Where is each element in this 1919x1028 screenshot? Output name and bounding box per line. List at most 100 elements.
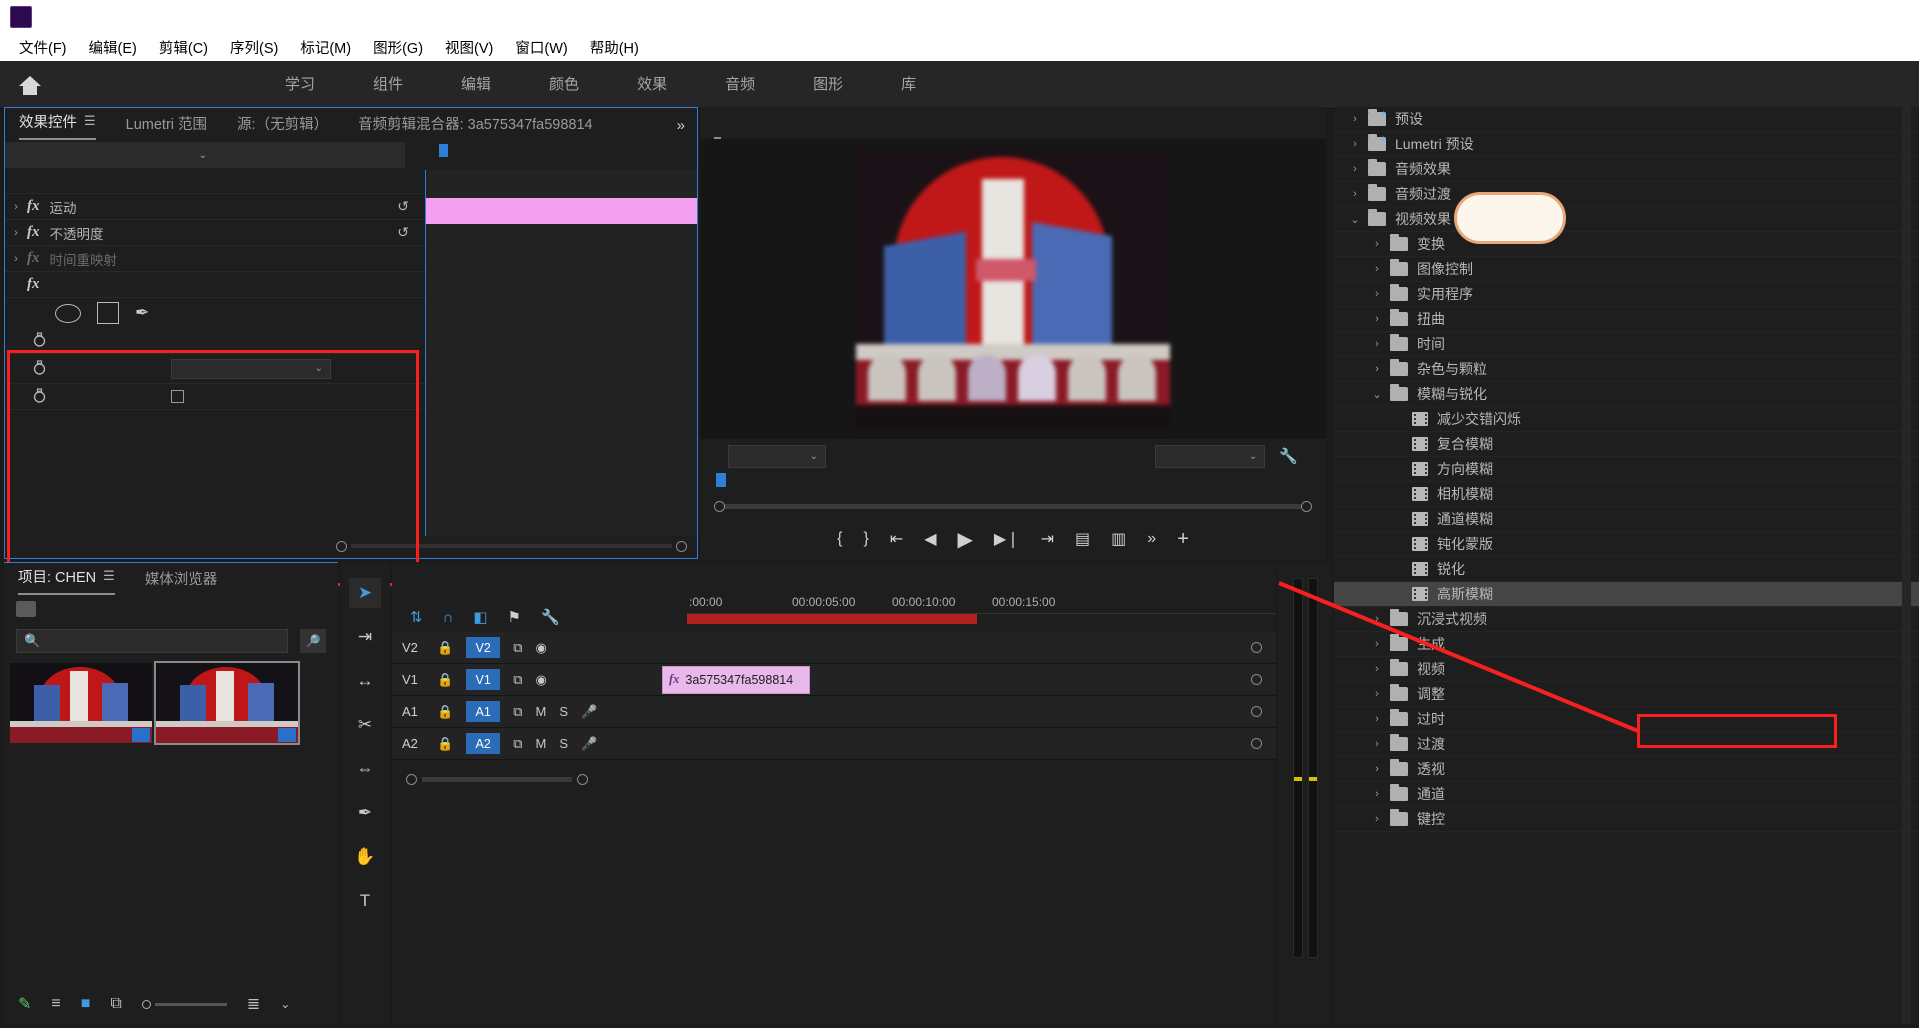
repeat-edge-row[interactable] [5,384,425,410]
fx-hscroll-left[interactable] [336,540,347,552]
effects-scrollbar[interactable] [1902,107,1911,1024]
reset-icon[interactable]: ↺ [397,198,409,215]
effect-controls-tab-2[interactable]: 源:（无剪辑） [237,113,328,140]
effects-item-过时[interactable]: › 过时 [1334,707,1919,732]
effects-item-方向模糊[interactable]: 方向模糊 [1334,457,1919,482]
track-badge-V1[interactable]: V1 [466,669,501,690]
fx-timeline-ruler[interactable] [426,170,697,198]
mute-icon[interactable]: M [535,704,546,719]
nest-icon[interactable]: ⇅ [410,608,423,626]
expand-icon[interactable]: › [1364,363,1390,375]
expand-icon[interactable]: › [1364,638,1390,650]
expand-icon[interactable]: ⌄ [1364,388,1390,401]
project-file-row[interactable] [4,595,338,623]
workspace-tab-7[interactable]: 库 [872,61,945,109]
track-badge-A1[interactable]: A1 [466,701,501,722]
home-icon[interactable] [0,74,60,96]
timeline-track-A1[interactable]: A1 🔒 A1 ⧉ M S 🎤 [392,696,1276,728]
sync-lock-icon[interactable]: ⧉ [513,672,522,688]
effects-item-键控[interactable]: › 键控 [1334,807,1919,832]
workspace-tab-3[interactable]: 颜色 [520,61,608,109]
fx-clip-bar[interactable] [426,198,697,224]
effects-item-视频[interactable]: › 视频 [1334,657,1919,682]
track-resize-handle[interactable] [1251,737,1262,749]
menu-item-2[interactable]: 剪辑(C) [148,35,219,60]
effects-item-调整[interactable]: › 调整 [1334,682,1919,707]
expand-icon[interactable]: › [1364,338,1390,350]
settings-wrench-icon[interactable]: 🔧 [541,608,560,626]
ripple-edit-tool[interactable]: ↔ [349,666,381,696]
menu-item-7[interactable]: 窗口(W) [504,35,578,60]
more-icon[interactable]: ⌄ [280,997,290,1011]
sync-lock-icon[interactable]: ⧉ [513,704,522,720]
program-scroll-left[interactable] [714,500,725,512]
property-row-不透明度[interactable]: › fx 不透明度 ↺ [5,220,425,246]
step-back-icon[interactable]: ◀ [924,529,936,549]
effects-item-实用程序[interactable]: › 实用程序 [1334,282,1919,307]
effect-controls-tab-1[interactable]: Lumetri 范围 [126,113,207,140]
program-zoom-scroll[interactable] [700,495,1326,517]
project-tab-0[interactable]: 项目: CHEN ☰ [18,566,115,595]
effects-item-时间[interactable]: › 时间 [1334,332,1919,357]
lift-icon[interactable]: ▤ [1075,529,1090,549]
add-button-icon[interactable]: + [1177,528,1189,551]
lock-icon[interactable]: 🔒 [437,736,453,752]
timeline-hscroll[interactable] [392,768,1276,790]
track-badge-A2[interactable]: A2 [466,733,501,754]
effects-item-相机模糊[interactable]: 相机模糊 [1334,482,1919,507]
track-resize-handle[interactable] [1251,705,1262,717]
slip-tool[interactable]: ⇔ [349,754,381,784]
solo-icon[interactable]: S [559,736,568,751]
program-monitor-tab[interactable] [714,115,721,139]
effects-item-生成[interactable]: › 生成 [1334,632,1919,657]
timeline-scroll-track[interactable] [422,776,572,782]
menu-item-3[interactable]: 序列(S) [219,35,289,60]
panel-menu-icon[interactable]: ☰ [103,568,115,584]
expand-icon[interactable]: › [1364,688,1390,700]
effects-item-钝化蒙版[interactable]: 钝化蒙版 [1334,532,1919,557]
video-group-header[interactable] [5,170,425,194]
menu-item-5[interactable]: 图形(G) [362,35,434,60]
mark-out-icon[interactable]: } [863,530,868,548]
sort-icon[interactable]: ≣ [247,994,260,1014]
sync-lock-icon[interactable]: ⧉ [513,640,522,656]
program-playhead-track[interactable] [700,473,1326,495]
type-tool[interactable]: T [349,886,381,916]
lock-icon[interactable]: 🔒 [437,672,453,688]
stopwatch-icon[interactable] [27,331,51,350]
timeline-clip[interactable]: fx 3a575347fa598814 [662,665,810,694]
more-icon[interactable]: » [1147,530,1156,548]
menu-item-8[interactable]: 帮助(H) [579,35,650,60]
effects-item-视频效果[interactable]: ⌄ 视频效果 [1334,207,1919,232]
playback-resolution-dropdown[interactable]: ⌄ [1155,444,1266,468]
effects-item-通道模糊[interactable]: 通道模糊 [1334,507,1919,532]
workspace-tab-4[interactable]: 效果 [608,61,696,109]
stopwatch-icon[interactable] [27,359,51,378]
extract-icon[interactable]: ▥ [1111,529,1126,549]
timeline-ruler[interactable]: :00:00 00:00:05:00 00:00:10:00 00:00:15:00 [687,592,1276,614]
program-playhead[interactable] [716,473,726,487]
freeform-icon[interactable]: ⧉ [110,995,121,1013]
effects-item-透视[interactable]: › 透视 [1334,757,1919,782]
blur-dimensions-row[interactable]: ⌄ [5,354,425,384]
close-button[interactable] [1869,0,1919,33]
project-tab-1[interactable]: 媒体浏览器 [145,568,218,595]
property-row-时间重映射[interactable]: › fx 时间重映射 [5,246,425,272]
clip-selector-dropdown[interactable]: ⌄ [5,142,215,168]
effects-item-预设[interactable]: › ✦ 预设 [1334,107,1919,132]
razor-tool[interactable]: ✂ [349,710,381,740]
effects-item-Lumetri 预设[interactable]: › ✦ Lumetri 预设 [1334,132,1919,157]
voice-record-icon[interactable]: 🎤 [581,704,597,720]
marker-icon[interactable]: ⚑ [508,608,521,626]
zoom-slider[interactable] [141,999,227,1009]
gaussian-blur-header[interactable]: fx [5,272,425,298]
expand-icon[interactable]: › [1342,138,1368,150]
expand-icon[interactable]: › [1364,713,1390,725]
expand-icon[interactable]: › [1342,113,1368,125]
workspace-tab-1[interactable]: 组件 [344,61,432,109]
expand-icon[interactable]: › [1364,238,1390,250]
effects-item-扭曲[interactable]: › 扭曲 [1334,307,1919,332]
fx-playhead[interactable] [439,144,448,157]
expand-icon[interactable]: › [5,201,27,213]
workspace-tab-5[interactable]: 音频 [696,61,784,109]
